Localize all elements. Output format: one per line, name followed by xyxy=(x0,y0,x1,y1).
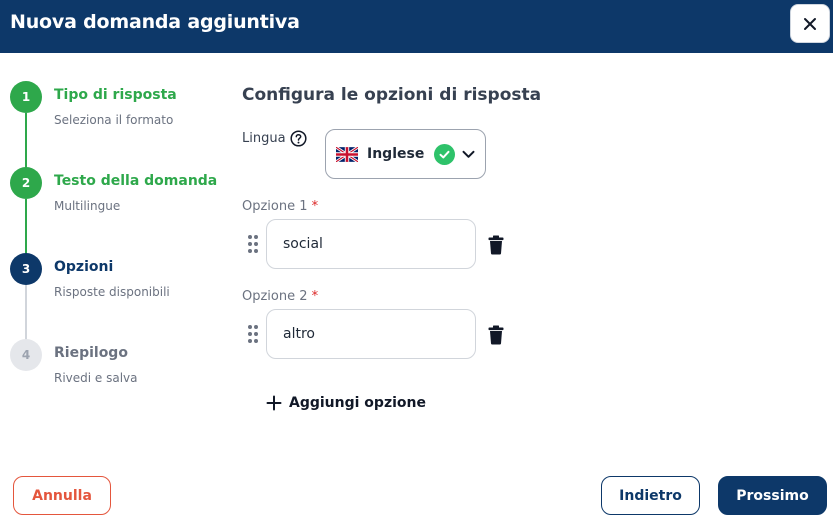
step-number: 2 xyxy=(10,167,42,199)
cancel-button[interactable]: Annulla xyxy=(13,476,111,515)
next-button[interactable]: Prossimo xyxy=(718,476,827,515)
step-title: Opzioni xyxy=(54,259,114,275)
step-number: 4 xyxy=(10,339,42,371)
add-option-button[interactable]: Aggiungi opzione xyxy=(266,395,426,411)
option-label-text: Opzione 1 xyxy=(242,199,308,214)
option-1-label: Opzione 1 * xyxy=(242,199,318,214)
add-option-label: Aggiungi opzione xyxy=(289,395,426,411)
step-subtitle: Seleziona il formato xyxy=(54,113,174,127)
trash-icon[interactable] xyxy=(487,324,505,346)
step-title: Riepilogo xyxy=(54,345,128,361)
section-title: Configura le opzioni di risposta xyxy=(242,85,542,105)
close-button[interactable] xyxy=(790,4,830,43)
close-icon xyxy=(804,17,816,30)
stepper-connector xyxy=(25,113,27,170)
modal-header: Nuova domanda aggiuntiva xyxy=(0,0,833,53)
drag-handle-icon[interactable] xyxy=(248,325,260,343)
step-subtitle: Risposte disponibili xyxy=(54,285,170,299)
trash-icon[interactable] xyxy=(487,234,505,256)
language-label-text: Lingua xyxy=(242,131,286,146)
step-subtitle: Multilingue xyxy=(54,199,121,213)
step-number: 1 xyxy=(10,81,42,113)
selected-language: Inglese xyxy=(367,146,425,162)
required-mark: * xyxy=(311,289,319,304)
option-label-text: Opzione 2 xyxy=(242,289,308,304)
stepper-connector xyxy=(25,199,27,256)
option-2-label: Opzione 2 * xyxy=(242,289,318,304)
plus-icon xyxy=(266,395,282,411)
stepper-connector xyxy=(25,285,27,342)
chevron-down-icon xyxy=(462,150,475,159)
required-mark: * xyxy=(311,199,319,214)
step-number: 3 xyxy=(10,253,42,285)
language-label: Lingua xyxy=(242,130,307,147)
modal-title: Nuova domanda aggiuntiva xyxy=(10,11,300,33)
step-subtitle: Rivedi e salva xyxy=(54,371,138,385)
back-button[interactable]: Indietro xyxy=(601,476,700,515)
check-circle-icon xyxy=(434,143,456,165)
drag-handle-icon[interactable] xyxy=(248,235,260,253)
language-select[interactable]: Inglese xyxy=(325,129,486,179)
uk-flag-icon xyxy=(336,146,358,162)
help-circle-icon[interactable] xyxy=(290,130,307,147)
step-title: Testo della domanda xyxy=(54,173,218,189)
step-title: Tipo di risposta xyxy=(54,87,177,103)
option-1-input[interactable] xyxy=(266,219,476,269)
option-2-input[interactable] xyxy=(266,309,476,359)
